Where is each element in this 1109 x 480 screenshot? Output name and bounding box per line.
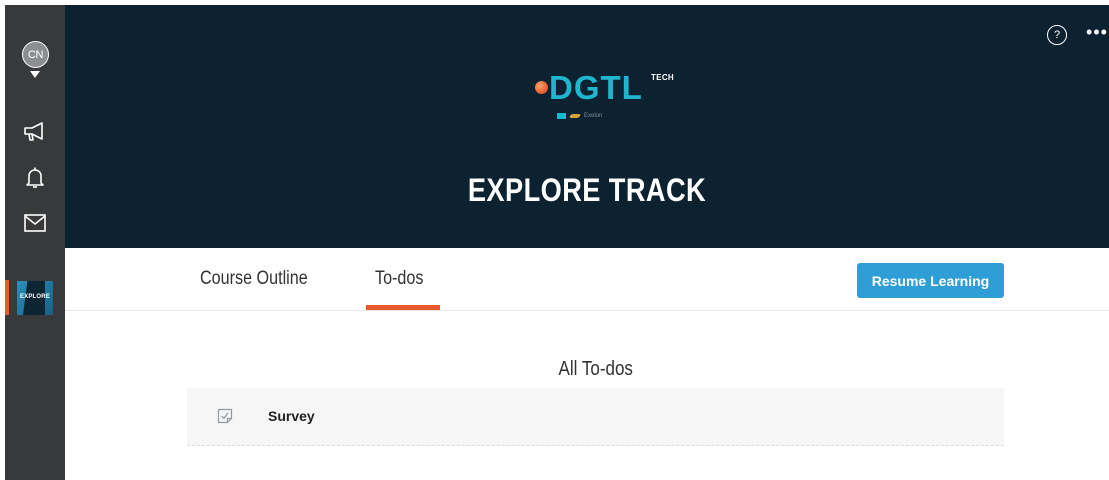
help-button[interactable]: ?	[1047, 25, 1067, 45]
logo-wordmark: DGTL	[549, 69, 643, 106]
logo-superscript: TECH	[651, 73, 674, 82]
bell-icon[interactable]	[22, 165, 48, 191]
course-thumbnail-explore[interactable]: EXPLORE	[17, 281, 53, 315]
dgtl-tech-logo: DGTL TECH Exelon	[531, 63, 701, 127]
active-tab-underline	[366, 305, 440, 310]
left-rail: CN EXPLORE	[5, 5, 65, 480]
mail-icon[interactable]	[22, 210, 48, 236]
partner-swoosh-icon	[568, 114, 582, 118]
resume-learning-button[interactable]: Resume Learning	[857, 263, 1004, 298]
course-title: EXPLORE TRACK	[467, 172, 707, 208]
course-thumbnail-label: EXPLORE	[19, 294, 51, 300]
todo-item-label: Survey	[268, 408, 315, 424]
logo-orb-icon	[535, 81, 548, 94]
partner-block-icon	[557, 113, 566, 119]
megaphone-icon[interactable]	[22, 119, 48, 145]
user-avatar[interactable]: CN	[22, 41, 49, 68]
more-options-button[interactable]: •••	[1085, 23, 1109, 43]
avatar-dropdown-caret-icon[interactable]	[30, 71, 40, 79]
more-dots-icon: •••	[1086, 22, 1108, 42]
todos-section-title-text: All To-dos	[558, 358, 633, 380]
avatar-initials: CN	[27, 48, 44, 61]
tab-to-dos[interactable]: To-dos	[375, 268, 423, 290]
partner-name: Exelon	[584, 113, 603, 119]
survey-checklist-icon	[217, 408, 233, 424]
active-course-indicator	[5, 280, 9, 315]
course-header: DGTL TECH Exelon EXPLORE TRACK ? •••	[65, 5, 1109, 248]
tab-course-outline[interactable]: Course Outline	[200, 268, 308, 290]
course-tab-bar: Course Outline To-dos Resume Learning	[65, 248, 1109, 311]
todos-section-title: All To-dos	[187, 358, 1004, 381]
logo-partner-strip: Exelon	[557, 112, 602, 120]
help-icon: ?	[1053, 29, 1061, 41]
todo-item[interactable]: Survey	[187, 388, 1004, 446]
